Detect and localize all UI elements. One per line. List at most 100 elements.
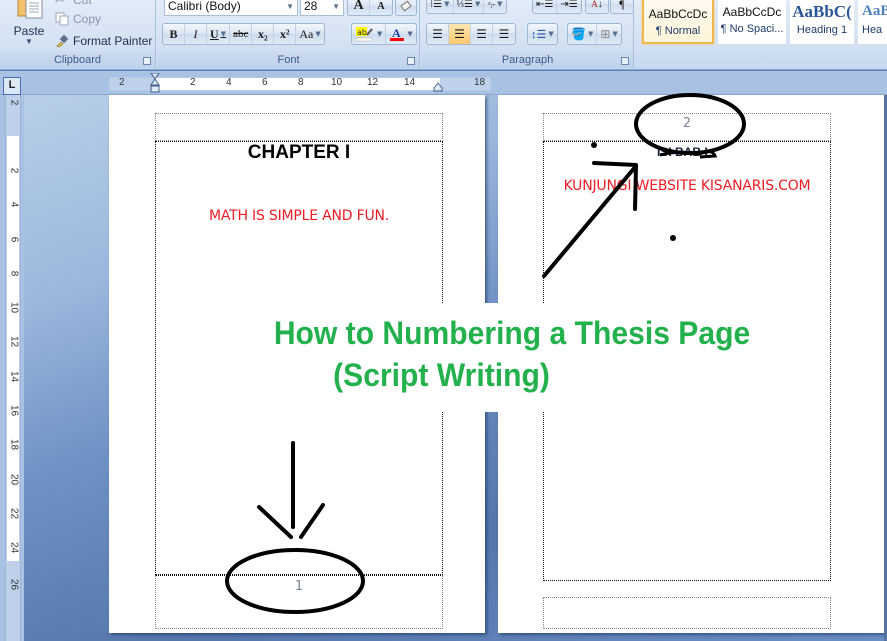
bold-icon: B <box>169 26 178 41</box>
clipboard-dialog-launcher[interactable] <box>143 57 151 65</box>
font-format-buttons: B I U ▼ abc x₂ x² Aa ▼ <box>162 23 325 45</box>
italic-icon: I <box>193 26 198 41</box>
paste-label: Paste <box>13 24 45 38</box>
style-normal[interactable]: AaBbCcDc ¶ Normal <box>642 0 714 44</box>
vertical-ruler[interactable]: 2 2 4 6 8 10 12 14 16 18 20 22 24 26 <box>5 95 21 641</box>
tab-selector-button[interactable]: L <box>3 77 21 95</box>
ruler-label: 12 <box>367 77 379 88</box>
strikethrough-button[interactable]: abc <box>230 24 253 44</box>
font-size-select[interactable]: 28 ▼ <box>300 0 344 16</box>
borders-button[interactable]: ⊞ ▼ <box>597 24 620 44</box>
color-buttons: ab ▼ A ▼ <box>351 23 417 45</box>
pilcrow-icon: ¶ <box>619 0 625 11</box>
horizontal-ruler[interactable]: 2 2 4 6 8 10 12 14 18 <box>109 73 491 93</box>
line-spacing-button[interactable]: ↕☰ ▼ <box>528 24 557 44</box>
page-3-header-area[interactable] <box>543 597 831 629</box>
shading-button[interactable]: 🪣 ▼ <box>568 24 598 44</box>
italic-button[interactable]: I <box>185 24 207 44</box>
first-line-indent-marker[interactable] <box>150 73 160 95</box>
align-right-button[interactable]: ☰ <box>471 24 493 44</box>
grow-font-button[interactable]: A <box>348 0 370 15</box>
align-left-button[interactable]: ☰ <box>427 24 449 44</box>
ruler-label: 8 <box>8 270 20 277</box>
justify-icon: ☰ <box>498 26 510 41</box>
clear-formatting-button[interactable] <box>396 0 416 15</box>
font-dialog-launcher[interactable] <box>407 57 415 65</box>
underline-icon: U <box>210 26 219 41</box>
style-heading-1[interactable]: AaBbC( Heading 1 <box>790 0 854 44</box>
paste-icon <box>17 0 43 19</box>
highlight-button[interactable]: ab ▼ <box>352 24 387 44</box>
horizontal-ruler-bar: L 2 2 4 6 8 10 12 14 18 <box>0 71 887 95</box>
sort-group: A ↓ <box>585 0 609 14</box>
ruler-label: 14 <box>404 77 416 88</box>
increase-indent-icon: ⇥☰ <box>560 0 578 10</box>
sort-button[interactable]: A ↓ <box>586 0 608 13</box>
ruler-label: 8 <box>298 77 304 88</box>
list-buttons: ⁝☰ ▼ ⅓☰ ▼ ᵃᵢ- ▼ <box>426 0 508 14</box>
ruler-label: 4 <box>8 201 20 208</box>
scissors-icon: ✂ <box>55 0 66 7</box>
align-center-button[interactable]: ☰ <box>449 24 471 44</box>
decrease-indent-button[interactable]: ⇤☰ <box>533 0 558 13</box>
style-name: Hea <box>862 24 883 36</box>
chevron-down-icon: ▼ <box>497 0 503 8</box>
justify-button[interactable]: ☰ <box>493 24 515 44</box>
font-size-value: 28 <box>304 0 318 13</box>
page-1-header-area[interactable] <box>155 113 443 141</box>
multilevel-list-button[interactable]: ᵃᵢ- ▼ <box>484 0 506 13</box>
line-spacing-icon: ↕☰ <box>531 28 547 41</box>
overlay-title-line-2: (Script Writing) <box>333 357 550 393</box>
paste-dropdown-icon[interactable]: ▼ <box>6 37 52 46</box>
style-no-spacing[interactable]: AaBbCcDc ¶ No Spaci... <box>718 0 786 44</box>
subscript-button[interactable]: x₂ <box>252 24 275 44</box>
show-hide-marks-button[interactable]: ¶ <box>611 0 633 13</box>
chevron-down-icon: ▼ <box>407 30 413 38</box>
svg-text:A: A <box>392 26 401 40</box>
ruler-label: 22 <box>8 507 20 520</box>
numbering-button[interactable]: ⅓☰ ▼ <box>454 0 485 13</box>
chevron-down-icon: ▼ <box>587 30 594 38</box>
cut-label: Cut <box>73 0 92 7</box>
page-2-subtext: KUNJUNGI WEBSITE KISANARIS.COM <box>563 178 811 194</box>
word-window: Paste ▼ ✂ Cut Copy Format Painter Clipbo… <box>0 0 887 641</box>
font-size-adjust-group: A A <box>347 0 393 16</box>
paragraph-dialog-launcher[interactable] <box>621 57 629 65</box>
bullets-button[interactable]: ⁝☰ ▼ <box>427 0 454 13</box>
shrink-font-button[interactable]: A <box>370 0 392 15</box>
clipboard-group-label: Clipboard <box>0 52 155 68</box>
title-overlay: How to Numbering a Thesis Page (Script W… <box>220 303 804 412</box>
cut-button[interactable]: ✂ Cut <box>55 0 92 8</box>
copy-button[interactable]: Copy <box>55 11 101 27</box>
paint-bucket-icon: 🪣 <box>571 26 586 41</box>
paste-button[interactable]: Paste ▼ <box>6 0 52 52</box>
style-heading-2[interactable]: AaB Hea <box>858 0 887 44</box>
ruler-label: 18 <box>474 77 486 88</box>
font-color-button[interactable]: A ▼ <box>386 24 415 44</box>
style-sample: AaBbC( <box>792 2 852 21</box>
chapter-heading: CHAPTER I <box>247 142 351 163</box>
style-name: Heading 1 <box>796 24 848 36</box>
right-indent-marker[interactable] <box>433 82 443 92</box>
page-2-header-area[interactable]: 2 <box>543 113 831 141</box>
font-group: Calibri (Body) ▼ 28 ▼ A A B I U ▼ abc x₂… <box>158 0 420 70</box>
ruler-label: 26 <box>8 578 20 591</box>
eraser-icon <box>400 0 412 12</box>
superscript-button[interactable]: x² <box>274 24 297 44</box>
copy-label: Copy <box>73 12 102 26</box>
style-sample: AaBbCcDc <box>722 5 782 19</box>
align-left-icon: ☰ <box>432 26 443 41</box>
strikethrough-icon: abc <box>233 28 249 40</box>
change-case-icon: Aa <box>299 26 314 41</box>
font-name-select[interactable]: Calibri (Body) ▼ <box>164 0 298 16</box>
page-1-footer-area[interactable]: 1 <box>155 575 443 629</box>
increase-indent-button[interactable]: ⇥☰ <box>557 0 580 13</box>
change-case-button[interactable]: Aa ▼ <box>296 24 323 44</box>
align-center-icon: ☰ <box>454 26 465 41</box>
format-painter-button[interactable]: Format Painter <box>55 33 152 49</box>
paragraph-group-label: Paragraph <box>422 52 633 68</box>
ruler-label: 14 <box>8 370 20 383</box>
bold-button[interactable]: B <box>163 24 185 44</box>
underline-button[interactable]: U ▼ <box>207 24 231 44</box>
paragraph-group: ⁝☰▼ ⅓☰▼ ᵃᵢ-▼ ⇤☰ ⇥☰ A↓ ¶ ☰ ☰ ☰ ☰ ↕☰▼ <box>422 0 634 70</box>
